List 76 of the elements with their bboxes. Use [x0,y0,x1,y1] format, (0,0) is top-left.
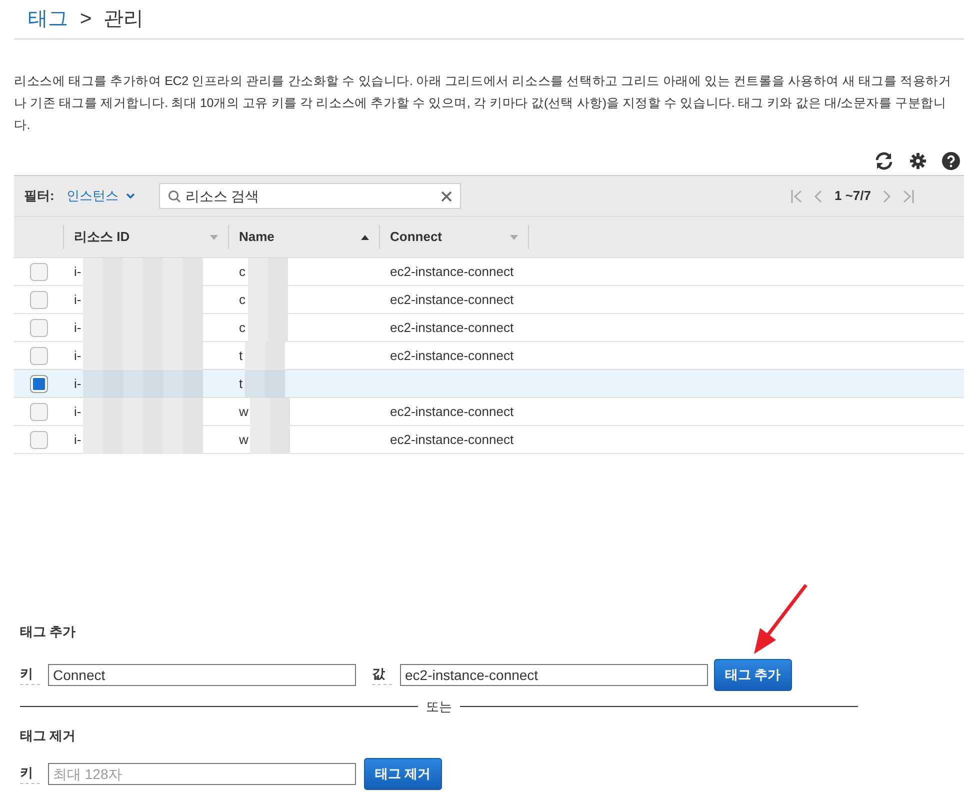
table-cell: ec2-instance-connect [390,348,514,363]
field-label: 키 [20,664,40,685]
section-title: 태그 추가 [20,623,77,641]
column-header[interactable]: Name [239,227,274,247]
divider-text: 또는 [426,698,452,716]
table-cell: ec2-instance-connect [390,432,514,447]
table-row[interactable]: i- c ec2-instance-connect [14,258,964,286]
add-tag-button[interactable]: 태그 추가 [714,658,792,690]
value-input-field[interactable]: ec2-instance-connect [400,664,708,686]
row-checkbox[interactable] [30,290,48,308]
filter-dropdown[interactable]: 인스턴스 [66,186,136,206]
redaction-block [248,286,288,314]
section-title: 태그 제거 [20,727,77,745]
table-cell-text: t [239,346,243,365]
table-row[interactable]: i- t [14,370,964,398]
table-row[interactable]: i- w ec2-instance-connect [14,398,964,426]
row-checkbox[interactable] [30,262,48,280]
table-cell-text: w [239,430,248,449]
table-row[interactable]: i- c ec2-instance-connect [14,286,964,314]
pagination-text: 1 ~7/7 [834,187,871,206]
breadcrumb-link[interactable]: 태그 [28,4,68,34]
last-page-icon[interactable] [903,190,914,202]
redaction-block [244,342,285,370]
table-cell-text: i- [74,374,82,393]
field-label: 키 [20,763,40,784]
description-text: 리소스에 태그를 추가하여 EC2 인프라의 관리를 간소화할 수 있습니다. 아래 그리드에서 리소스를 선택하고 그리드 아래에 있는 컨트롤을 사용하여 새 태그를 적용하거나 기존 태그를 제거합니다. 최대 10개의 고유 키를 각 리소스에 추가할 수 있으며, 각 키마다 값(선택 사항)을 지정할 수 있습니다. 태그 키와 값은 대/소문자를 구분합니다. [14,73,952,134]
row-checkbox[interactable] [30,318,48,336]
search-icon [168,190,182,202]
table-cell-text: i- [74,430,82,449]
table-cell-text: c [239,262,246,281]
next-page-icon[interactable] [883,190,891,202]
table-row[interactable]: i- c ec2-instance-connect [14,314,964,342]
redaction-block [250,398,290,426]
table-cell-text: i- [74,318,82,337]
help-icon[interactable] [942,152,960,170]
table-row[interactable]: i- t ec2-instance-connect [14,342,964,370]
column-header[interactable]: Connect [390,227,442,247]
table-cell: ec2-instance-connect [390,404,514,419]
row-checkbox[interactable] [30,430,48,448]
row-checkbox[interactable] [30,402,48,420]
field-label: 값 [372,664,392,685]
breadcrumb-separator: > [80,7,92,32]
clear-icon[interactable] [441,190,452,202]
table-cell-text: c [239,318,246,337]
table-cell-text: c [239,290,246,309]
table-cell-text: i- [74,402,82,421]
column-header[interactable]: 리소스 ID [74,227,130,247]
settings-icon[interactable] [910,153,926,169]
table-cell-text: w [239,402,248,421]
sort-caret-icon[interactable] [510,234,518,240]
key-input-field[interactable]: 최대 128자 [48,762,356,784]
table-row[interactable]: i- w ec2-instance-connect [14,426,964,454]
page-title: 관리 [104,7,144,32]
sort-caret-icon[interactable] [210,234,218,240]
row-checkbox[interactable] [30,374,48,392]
table-cell-text: t [239,374,243,393]
redaction-block [248,314,288,342]
row-checkbox[interactable] [30,346,48,364]
table-cell: ec2-instance-connect [390,292,514,307]
table-cell-text: i- [74,262,82,281]
sort-ascending-icon[interactable] [361,234,369,240]
table-cell: ec2-instance-connect [390,264,514,279]
key-input-field[interactable]: Connect [48,664,356,686]
table-cell: ec2-instance-connect [390,320,514,335]
refresh-icon[interactable] [874,152,894,170]
redaction-block [244,370,285,398]
first-page-icon[interactable] [791,190,802,202]
search-field[interactable]: 리소스 검색 [159,183,462,209]
table-cell-text: i- [74,290,82,309]
remove-tag-button[interactable]: 태그 제거 [364,758,442,790]
search-text: 리소스 검색 [185,186,260,206]
filter-label: 필터: [24,187,54,206]
redaction-block [250,426,290,454]
previous-page-icon[interactable] [814,190,822,202]
chevron-down-icon [126,193,136,199]
table-cell-text: i- [74,346,82,365]
